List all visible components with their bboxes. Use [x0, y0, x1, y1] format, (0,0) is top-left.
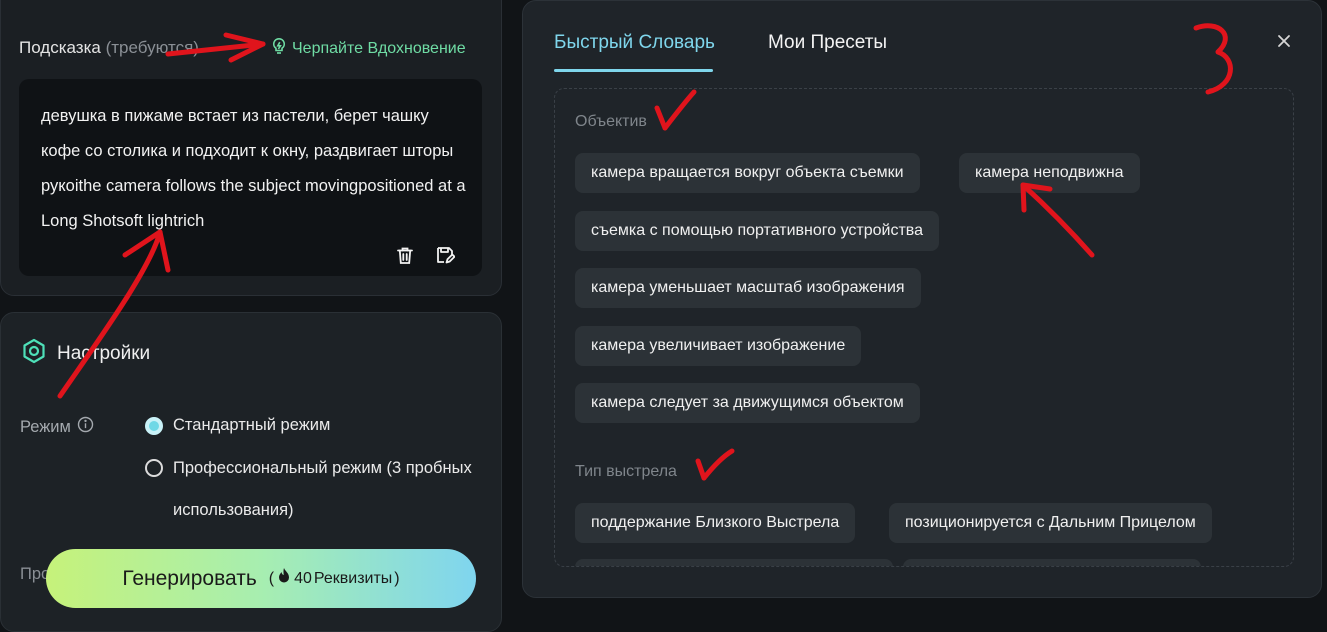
save-icon[interactable] [434, 244, 456, 266]
prompt-textarea[interactable]: девушка в пижаме встает из пастели, бере… [19, 79, 482, 276]
cost-close-paren: ) [394, 569, 400, 587]
cost-value: 40 [294, 569, 312, 587]
settings-header: Настройки [21, 338, 150, 370]
prompt-label: Подсказка (требуются) [19, 38, 199, 58]
chip-zoom-out[interactable]: камера уменьшает масштаб изображения [575, 268, 921, 308]
tab-label: Мои Пресеты [768, 32, 888, 53]
dictionary-box: Объектив камера вращается вокруг объекта… [554, 88, 1294, 567]
generate-button[interactable]: Генерировать ( 40 Реквизиты ) [46, 549, 476, 608]
chip-long-shot[interactable]: позиционируется с Дальним Прицелом [889, 503, 1212, 543]
chip-partial[interactable] [575, 559, 893, 566]
chip-handheld[interactable]: съемка с помощью портативного устройства [575, 211, 940, 251]
prompt-text[interactable]: девушка в пижаме встает из пастели, бере… [41, 99, 466, 239]
inspire-link[interactable]: Черпайте Вдохновение [270, 37, 466, 60]
lightbulb-icon [270, 37, 288, 60]
generate-cost: ( 40 Реквизиты ) [269, 567, 400, 590]
radio-selected-icon[interactable] [145, 417, 163, 435]
prompt-label-text: Подсказка [19, 38, 101, 57]
trash-icon[interactable] [394, 244, 416, 266]
close-icon[interactable] [1275, 32, 1293, 50]
tab-label: Быстрый Словарь [554, 32, 715, 53]
mode-label-text: Режим [20, 417, 71, 436]
hexagon-settings-icon [21, 338, 47, 370]
chip-partial[interactable] [903, 559, 1201, 566]
tab-my-presets[interactable]: Мои Пресеты [768, 32, 887, 54]
settings-title: Настройки [57, 343, 151, 364]
radio-unselected-icon[interactable] [145, 459, 163, 477]
tab-quick-dictionary[interactable]: Быстрый Словарь [554, 32, 715, 54]
mode-label: Режим [20, 416, 94, 438]
chip-zoom-in[interactable]: камера увеличивает изображение [575, 326, 862, 366]
inspire-label: Черпайте Вдохновение [292, 39, 466, 57]
cost-unit: Реквизиты [313, 569, 393, 587]
section-title-lens: Объектив [575, 113, 647, 130]
mode-option-standard[interactable]: Стандартный режим [145, 416, 330, 435]
generate-label: Генерировать [122, 566, 257, 590]
chip-follow-subject[interactable]: камера следует за движущимся объектом [575, 383, 920, 423]
quick-dictionary-panel: Быстрый Словарь Мои Пресеты Объектив кам… [522, 0, 1322, 598]
cost-open-paren: ( [268, 569, 275, 587]
active-tab-indicator [554, 69, 713, 72]
flame-icon [276, 567, 292, 590]
mode-option-professional[interactable]: Профессиональный режим (3 пробных исполь… [145, 458, 473, 531]
chip-close-shot[interactable]: поддержание Близкого Выстрела [575, 503, 856, 543]
chip-camera-static[interactable]: камера неподвижна [959, 153, 1140, 193]
section-title-shot-type: Тип выстрела [575, 463, 677, 480]
mode-option-label: Профессиональный режим (3 пробных исполь… [173, 459, 472, 519]
info-icon[interactable] [77, 416, 94, 438]
prompt-required-label: (требуются) [105, 38, 199, 57]
mode-option-label: Стандартный режим [173, 416, 331, 434]
chip-camera-orbits[interactable]: камера вращается вокруг объекта съемки [575, 153, 920, 193]
